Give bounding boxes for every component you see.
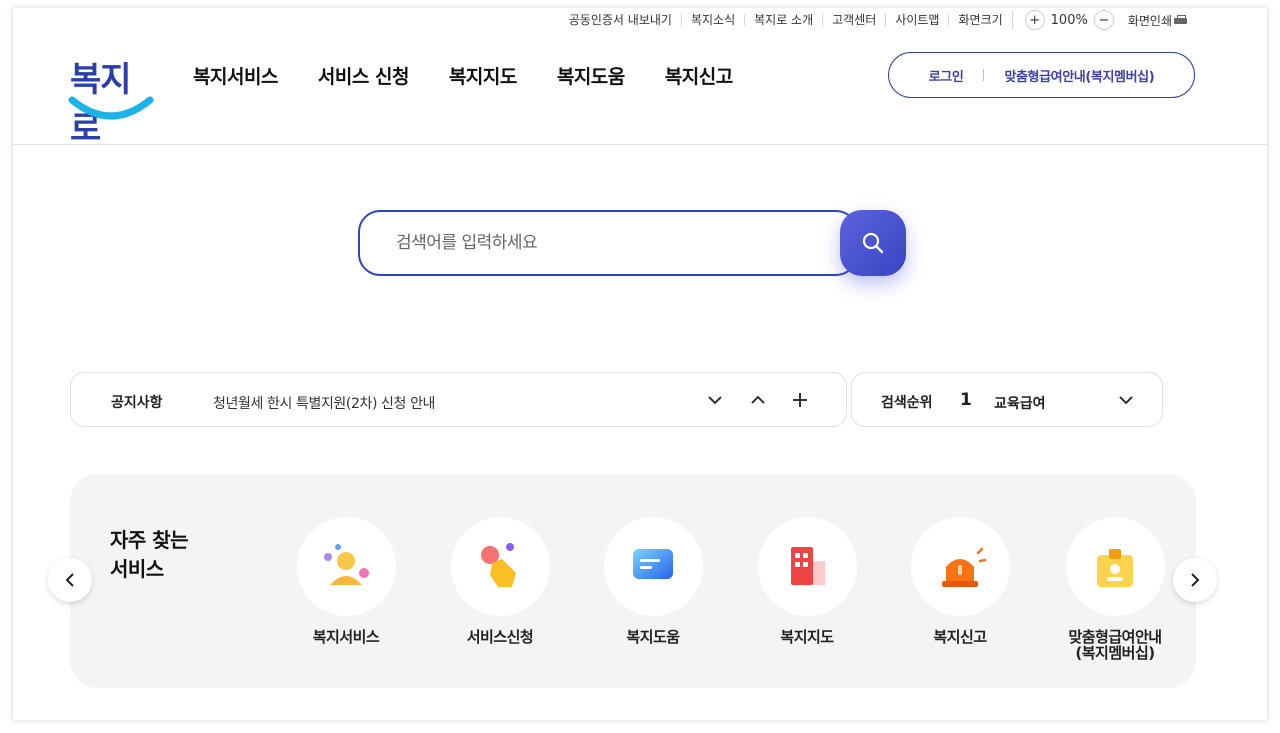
hand-tap-icon	[481, 542, 516, 587]
frequent-title-line2: 서비스	[110, 557, 164, 581]
util-sitemap-link[interactable]: 사이트맵	[885, 14, 948, 26]
zoom-control: + 100% −	[1011, 10, 1126, 30]
logo-smile-icon	[68, 96, 154, 120]
header: 복지로 복지서비스 서비스 신청 복지지도 복지도움 복지신고 로그인 맞춤형급…	[13, 30, 1267, 149]
plus-icon	[793, 393, 807, 407]
chevron-down-icon	[1119, 396, 1133, 405]
chevron-up-icon	[751, 395, 765, 404]
service-label-line1: 맞춤형급여안내	[1068, 628, 1162, 646]
login-button[interactable]: 로그인	[929, 66, 964, 85]
service-icon-circle	[1065, 517, 1165, 616]
service-icon-circle	[910, 517, 1010, 616]
print-button[interactable]: 화면인쇄	[1126, 12, 1187, 29]
util-customer-center-link[interactable]: 고객센터	[822, 14, 885, 26]
auth-divider	[983, 69, 985, 81]
chevron-down-icon	[708, 396, 722, 405]
service-icon-circle	[296, 517, 396, 616]
search-ranking: 검색순위 1 교육급여	[851, 372, 1163, 427]
util-cert-export-link[interactable]: 공동인증서 내보내기	[560, 14, 681, 26]
auth-box: 로그인 맞춤형급여안내(복지멤버십)	[888, 52, 1195, 98]
service-label: 복지신고	[933, 628, 987, 646]
utility-bar: 공동인증서 내보내기 복지소식 복지로 소개 고객센터 사이트맵 화면크기 + …	[560, 10, 1187, 30]
search-button[interactable]	[840, 210, 906, 276]
membership-link[interactable]: 맞춤형급여안내(복지멤버십)	[1004, 66, 1154, 85]
nav-welfare-service[interactable]: 복지서비스	[193, 62, 278, 89]
nav-welfare-help[interactable]: 복지도움	[557, 62, 625, 89]
chat-icon	[633, 548, 673, 579]
service-icon-circle	[603, 517, 703, 616]
service-label: 복지지도	[780, 628, 834, 646]
notice-label: 공지사항	[111, 395, 163, 411]
nav-welfare-map[interactable]: 복지지도	[449, 62, 517, 89]
nav-welfare-report[interactable]: 복지신고	[665, 62, 733, 89]
service-label: 맞춤형급여안내 (복지멤버십)	[1045, 629, 1185, 661]
zoom-out-button[interactable]: −	[1093, 10, 1114, 30]
service-icon-circle	[757, 517, 857, 616]
search-icon	[862, 232, 884, 254]
service-icon-circle	[450, 517, 550, 616]
util-news-link[interactable]: 복지소식	[680, 14, 744, 26]
building-icon	[791, 546, 825, 585]
service-label: 복지서비스	[312, 628, 380, 646]
search-area	[358, 210, 906, 276]
ranking-label: 검색순위	[881, 395, 933, 411]
printer-icon	[1174, 14, 1187, 26]
print-label: 화면인쇄	[1127, 13, 1172, 28]
frequent-title: 자주 찾는 서비스	[110, 526, 230, 584]
service-label-line2: (복지멤버십)	[1075, 644, 1155, 662]
notice-more-button[interactable]	[789, 389, 811, 411]
carousel-prev-button[interactable]	[48, 558, 92, 602]
service-label: 서비스신청	[466, 628, 534, 646]
ranking-number: 1	[960, 390, 972, 410]
frequent-services: 자주 찾는 서비스 복지서비스 서비스신청 복지도움 복지지도 복지신고 맞춤형…	[70, 474, 1196, 688]
notice-next-button[interactable]	[704, 389, 726, 411]
frequent-title-line1: 자주 찾는	[110, 528, 189, 552]
people-icon	[324, 543, 369, 585]
id-badge-icon	[1097, 548, 1133, 587]
service-item-welfare-map[interactable]: 복지지도	[737, 517, 877, 645]
logo[interactable]: 복지로	[68, 52, 156, 149]
nav-service-apply[interactable]: 서비스 신청	[318, 62, 410, 89]
chevron-left-icon	[65, 573, 74, 587]
zoom-in-button[interactable]: +	[1024, 10, 1045, 30]
service-label: 복지도움	[626, 628, 680, 646]
util-screen-size-label: 화면크기	[948, 14, 1011, 26]
ranking-term[interactable]: 교육급여	[994, 393, 1046, 413]
service-item-welfare-service[interactable]: 복지서비스	[276, 517, 416, 645]
service-item-service-apply[interactable]: 서비스신청	[430, 517, 570, 645]
service-item-welfare-report[interactable]: 복지신고	[890, 517, 1030, 645]
siren-icon	[942, 547, 987, 587]
notice-prev-button[interactable]	[747, 389, 769, 411]
search-input[interactable]	[396, 233, 826, 253]
chevron-right-icon	[1191, 573, 1200, 587]
notice-text[interactable]: 청년월세 한시 특별지원(2차) 신청 안내	[213, 393, 435, 413]
ranking-expand-button[interactable]	[1115, 389, 1137, 411]
page-frame: 공동인증서 내보내기 복지소식 복지로 소개 고객센터 사이트맵 화면크기 + …	[13, 8, 1267, 720]
search-box	[358, 210, 858, 276]
notice-bar: 공지사항 청년월세 한시 특별지원(2차) 신청 안내	[70, 372, 847, 427]
service-item-welfare-help[interactable]: 복지도움	[583, 517, 723, 645]
carousel-next-button[interactable]	[1173, 558, 1217, 602]
util-about-link[interactable]: 복지로 소개	[744, 14, 822, 26]
zoom-value: 100%	[1050, 12, 1088, 28]
service-item-membership[interactable]: 맞춤형급여안내 (복지멤버십)	[1045, 517, 1185, 661]
main-nav: 복지서비스 서비스 신청 복지지도 복지도움 복지신고	[193, 62, 733, 89]
